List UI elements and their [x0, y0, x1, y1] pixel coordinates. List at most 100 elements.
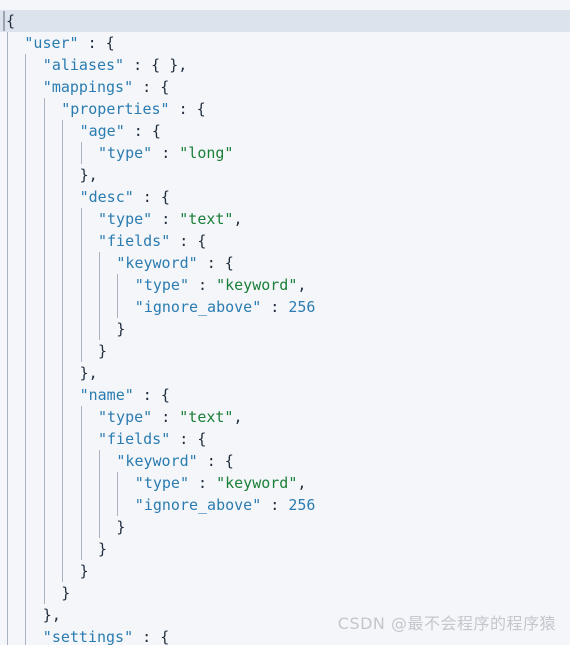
code-line-text: "settings" : { — [43, 626, 169, 645]
token-brace: { — [6, 12, 16, 30]
token-brace: } — [98, 342, 108, 360]
token-punc: : — [133, 628, 161, 645]
token-key: "type" — [98, 144, 153, 162]
code-line[interactable]: "desc" : { — [0, 186, 570, 208]
token-key: "type" — [98, 210, 153, 228]
token-num: 256 — [288, 496, 316, 514]
token-key: "age" — [79, 122, 125, 140]
token-punc: : — [188, 276, 217, 294]
token-str: "keyword" — [216, 276, 298, 294]
code-line[interactable]: "user" : { — [0, 32, 570, 54]
code-line-text: } — [80, 560, 89, 582]
code-line[interactable]: "aliases" : { }, — [0, 54, 570, 76]
code-line[interactable]: "ignore_above" : 256 — [0, 296, 570, 318]
code-line[interactable]: "type" : "text", — [0, 208, 570, 230]
indent-guide — [43, 98, 45, 604]
token-punc: : — [169, 100, 197, 118]
code-line-text: "age" : { — [80, 120, 161, 142]
indent-guide — [7, 32, 8, 645]
code-line[interactable]: "fields" : { — [0, 230, 570, 252]
token-punc: : — [188, 474, 217, 492]
token-punc: : — [197, 452, 225, 470]
token-punc: : — [133, 188, 161, 206]
code-line-text: "ignore_above" : 256 — [135, 296, 316, 318]
token-brace: } — [116, 320, 126, 338]
code-line[interactable]: } — [0, 582, 570, 604]
code-line[interactable]: "name" : { — [0, 384, 570, 406]
token-punc: : — [261, 298, 289, 316]
token-punc: : — [78, 34, 106, 52]
code-line[interactable]: "keyword" : { — [0, 252, 570, 274]
code-line[interactable]: } — [0, 538, 570, 560]
code-line[interactable]: "properties" : { — [0, 98, 570, 120]
token-punc: , — [297, 474, 307, 492]
indent-guide — [80, 208, 82, 362]
code-line[interactable]: "type" : "text", — [0, 406, 570, 428]
token-key: "type" — [98, 408, 153, 426]
token-punc: , — [297, 276, 307, 294]
code-line-text: } — [116, 516, 125, 538]
token-brace: }, — [42, 606, 61, 624]
token-punc: : — [152, 144, 180, 162]
code-line[interactable]: } — [0, 340, 570, 362]
code-line[interactable]: } — [0, 516, 570, 538]
indent-guide — [117, 274, 119, 318]
token-key: "mappings" — [42, 78, 134, 96]
code-line[interactable]: "type" : "keyword", — [0, 472, 570, 494]
token-key: "fields" — [98, 430, 171, 448]
code-line-text: { — [6, 10, 15, 32]
token-key: "type" — [134, 474, 189, 492]
code-line[interactable]: }, — [0, 164, 570, 186]
indent-guide — [80, 406, 82, 560]
code-line-text: }, — [43, 604, 61, 626]
code-line[interactable]: "type" : "long" — [0, 142, 570, 164]
token-key: "settings" — [42, 628, 134, 645]
token-brace: { — [196, 100, 206, 118]
code-line[interactable]: "type" : "keyword", — [0, 274, 570, 296]
code-line-text: } — [61, 582, 70, 604]
code-line[interactable]: "keyword" : { — [0, 450, 570, 472]
code-line-text: "fields" : { — [98, 428, 206, 450]
code-line-text: "type" : "long" — [98, 142, 233, 164]
code-line-text: "mappings" : { — [43, 76, 169, 98]
code-line-text: }, — [80, 362, 98, 384]
token-brace: { }, — [151, 56, 188, 74]
token-brace: { — [105, 34, 115, 52]
token-punc: : — [197, 254, 225, 272]
code-line[interactable]: "fields" : { — [0, 428, 570, 450]
indent-guide — [99, 252, 100, 340]
code-lines-container[interactable]: {"user" : {"aliases" : { }, "mappings" : … — [0, 0, 570, 645]
token-brace: }, — [79, 364, 98, 382]
json-code-viewer[interactable]: {"user" : {"aliases" : { }, "mappings" : … — [0, 0, 570, 645]
token-brace: }, — [79, 166, 98, 184]
token-punc: : — [170, 430, 198, 448]
code-line-text: "type" : "keyword", — [135, 472, 307, 494]
code-line-text: "ignore_above" : 256 — [135, 494, 316, 516]
code-line[interactable]: "age" : { — [0, 120, 570, 142]
code-line-text: "desc" : { — [80, 186, 170, 208]
code-line-text: "name" : { — [80, 384, 170, 406]
code-line-text: "aliases" : { }, — [43, 54, 188, 76]
code-line[interactable]: { — [0, 10, 570, 32]
token-brace: { — [160, 628, 170, 645]
code-line-text: "type" : "keyword", — [135, 274, 307, 296]
token-key: "keyword" — [116, 452, 198, 470]
token-punc: : — [261, 496, 289, 514]
code-line[interactable]: "ignore_above" : 256 — [0, 494, 570, 516]
token-brace: { — [151, 122, 161, 140]
token-brace: } — [79, 562, 89, 580]
indent-guide — [62, 120, 64, 582]
code-line-text: "type" : "text", — [98, 406, 243, 428]
code-line-text: } — [116, 318, 125, 340]
code-line-text: "keyword" : { — [116, 252, 233, 274]
csdn-watermark: CSDN @最不会程序的程序猿 — [337, 614, 556, 633]
code-line-text: "keyword" : { — [116, 450, 233, 472]
token-punc: : — [124, 56, 152, 74]
token-num: 256 — [288, 298, 316, 316]
code-line[interactable]: }, — [0, 362, 570, 384]
code-line[interactable]: } — [0, 318, 570, 340]
code-line[interactable]: "mappings" : { — [0, 76, 570, 98]
indent-guide — [117, 472, 119, 516]
code-line[interactable]: } — [0, 560, 570, 582]
token-key: "fields" — [98, 232, 171, 250]
